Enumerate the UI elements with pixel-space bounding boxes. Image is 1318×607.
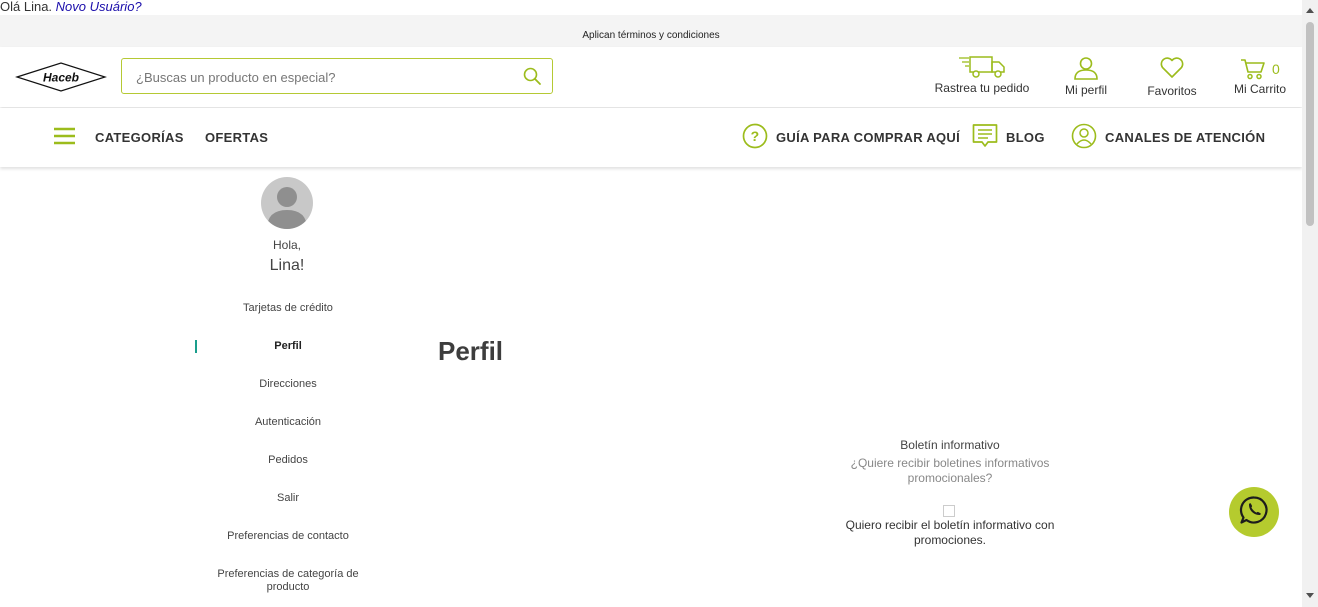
greeting-line: Olá Lina. Novo Usuário? — [0, 0, 142, 15]
scroll-up-arrow[interactable] — [1306, 8, 1314, 13]
search-input[interactable] — [134, 65, 518, 89]
scrollbar-thumb[interactable] — [1306, 22, 1314, 226]
blog-icon — [972, 123, 1006, 152]
active-indicator — [195, 340, 197, 353]
sidebar-item-logout[interactable]: Salir — [208, 492, 368, 505]
user-icon — [1058, 56, 1114, 80]
categories-label: CATEGORÍAS — [95, 130, 184, 145]
sidebar-item-category-preferences[interactable]: Preferencias de categoría de producto — [208, 568, 368, 594]
buying-guide-label: GUÍA PARA COMPRAR AQUÍ — [776, 130, 961, 145]
user-circle-icon — [1071, 123, 1105, 152]
avatar — [261, 177, 313, 229]
blog-label: BLOG — [1006, 130, 1045, 145]
newsletter-checkbox-label: Quiero recibir el boletín informativo co… — [845, 518, 1055, 547]
header: Haceb Rastrea tu pedido — [0, 47, 1302, 107]
scroll-down-arrow[interactable] — [1306, 593, 1314, 598]
support-channels-link[interactable]: CANALES DE ATENCIÓN — [1071, 108, 1265, 167]
track-order-label: Rastrea tu pedido — [934, 81, 1030, 95]
question-icon: ? — [742, 123, 776, 152]
favorites-label: Favoritos — [1147, 84, 1197, 98]
cart-label: Mi Carrito — [1233, 82, 1286, 96]
categories-menu[interactable]: CATEGORÍAS — [53, 108, 184, 167]
newsletter-checkbox[interactable] — [943, 505, 955, 517]
newsletter-heading: Boletín informativo — [900, 438, 1000, 452]
promo-text: Aplican términos y condiciones — [582, 30, 720, 41]
sidebar-item-profile[interactable]: Perfil — [208, 340, 368, 353]
favorites-link[interactable]: Favoritos — [1144, 56, 1200, 98]
search-box — [121, 58, 553, 94]
user-name: Lina! — [269, 257, 305, 274]
cart-icon — [1240, 58, 1266, 80]
truck-icon — [933, 55, 1031, 79]
support-channels-label: CANALES DE ATENCIÓN — [1105, 130, 1266, 145]
newsletter-question: ¿Quiere recibir boletines informativos p… — [850, 456, 1050, 485]
sidebar-item-addresses[interactable]: Direcciones — [208, 378, 368, 391]
scrollbar[interactable] — [1302, 0, 1318, 607]
cart-link[interactable]: 0 Mi Carrito — [1230, 58, 1290, 96]
my-profile-label: Mi perfil — [1064, 83, 1107, 97]
sidebar-item-authentication[interactable]: Autenticación — [208, 416, 368, 429]
sidebar-item-contact-preferences[interactable]: Preferencias de contacto — [208, 530, 368, 543]
heart-icon — [1144, 56, 1200, 80]
hamburger-icon — [53, 126, 85, 149]
whatsapp-button[interactable] — [1229, 487, 1279, 537]
page-title: Perfil — [438, 336, 504, 366]
haceb-logo[interactable]: Haceb — [15, 61, 107, 93]
hello-text: Hola, — [272, 238, 301, 252]
cart-count: 0 — [1272, 61, 1280, 77]
sidebar-item-orders[interactable]: Pedidos — [208, 454, 368, 467]
greeting-text: Olá Lina. — [0, 0, 53, 14]
my-profile-link[interactable]: Mi perfil — [1058, 56, 1114, 97]
promo-bar: Aplican términos y condiciones — [0, 15, 1302, 47]
sidebar-item-credit-cards[interactable]: Tarjetas de crédito — [208, 302, 368, 315]
buying-guide-link[interactable]: ? GUÍA PARA COMPRAR AQUÍ — [742, 108, 960, 167]
new-user-link[interactable]: Novo Usuário? — [56, 0, 142, 14]
offers-label: OFERTAS — [205, 130, 269, 145]
whatsapp-icon — [1238, 494, 1270, 531]
search-icon[interactable] — [522, 66, 542, 86]
svg-text:?: ? — [751, 128, 760, 144]
blog-link[interactable]: BLOG — [972, 108, 1045, 167]
offers-link[interactable]: OFERTAS — [205, 108, 268, 167]
main-nav: CATEGORÍAS OFERTAS ? GUÍA PARA COMPRAR A… — [0, 108, 1302, 167]
logo-text: Haceb — [43, 71, 79, 85]
track-order-link[interactable]: Rastrea tu pedido — [933, 55, 1031, 95]
